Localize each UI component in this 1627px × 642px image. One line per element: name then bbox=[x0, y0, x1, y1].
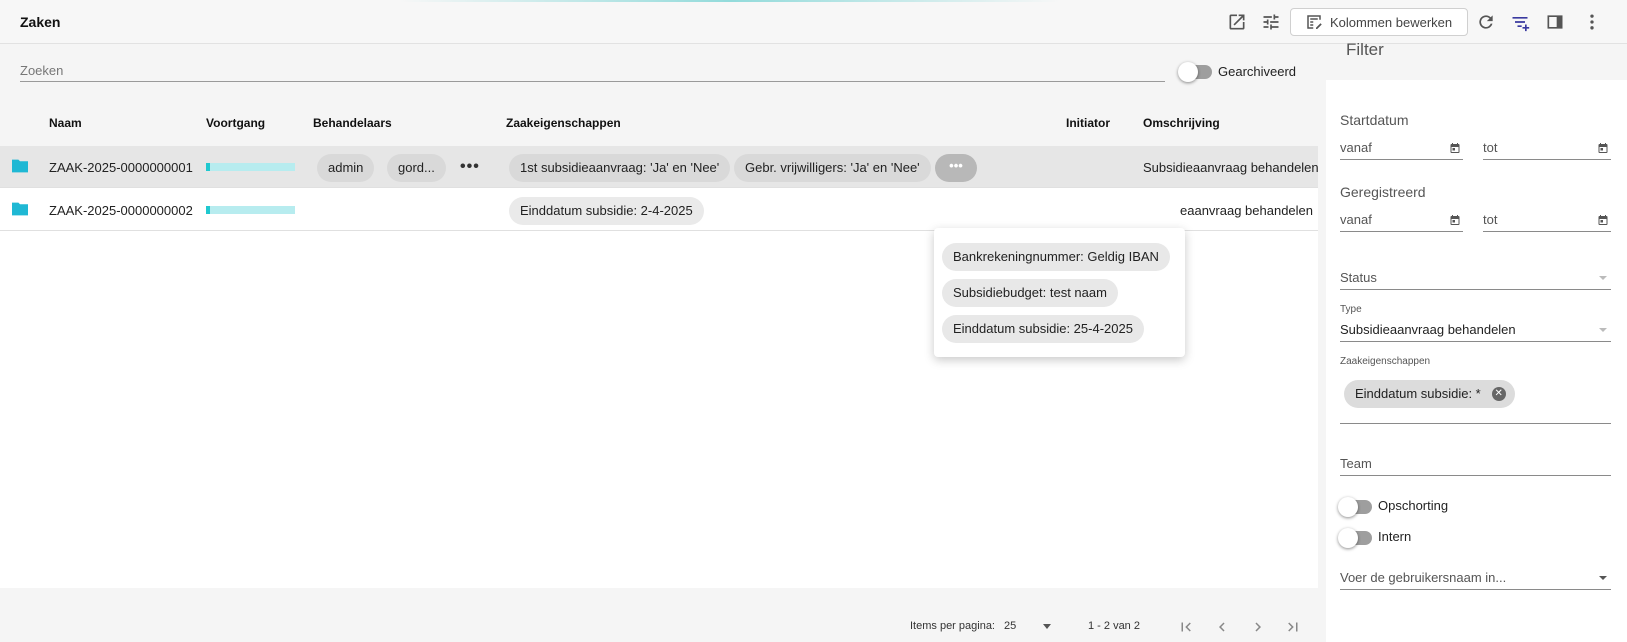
search-input[interactable] bbox=[20, 60, 1165, 82]
properties-more-button[interactable]: ••• bbox=[935, 154, 977, 182]
column-header-progress[interactable]: Voortgang bbox=[206, 116, 265, 130]
first-page-icon[interactable] bbox=[1175, 616, 1197, 638]
main-area: Gearchiveerd Naam Voortgang Behandelaars… bbox=[0, 44, 1318, 642]
edit-columns-label: Kolommen bewerken bbox=[1330, 14, 1453, 30]
team-input[interactable]: Team bbox=[1340, 454, 1611, 476]
calendar-icon[interactable] bbox=[1597, 142, 1609, 154]
column-header-properties[interactable]: Zaakeigenschappen bbox=[506, 116, 621, 130]
assignees-more-button[interactable]: ••• bbox=[460, 158, 480, 176]
filter-add-icon[interactable] bbox=[1508, 10, 1532, 34]
progress-bar bbox=[206, 206, 295, 214]
geregistreerd-from-input[interactable]: vanaf bbox=[1340, 210, 1463, 232]
top-toolbar: Zaken Kolommen bewerken bbox=[0, 0, 1627, 44]
top-accent-line bbox=[400, 0, 1060, 2]
filter-panel: Filter Startdatum vanaf tot Geregistreer… bbox=[1318, 40, 1627, 642]
archived-toggle[interactable] bbox=[1178, 62, 1212, 82]
items-per-page-select[interactable]: 25 bbox=[1004, 620, 1016, 632]
geregistreerd-to-input[interactable]: tot bbox=[1483, 210, 1611, 232]
popup-property-chip[interactable]: Bankrekeningnummer: Geldig IBAN bbox=[942, 243, 1170, 271]
property-chip[interactable]: Gebr. vrijwilligers: 'Ja' en 'Nee' bbox=[734, 154, 931, 182]
opschorting-toggle[interactable] bbox=[1338, 497, 1372, 517]
table-header: Naam Voortgang Behandelaars Zaakeigensch… bbox=[0, 98, 1318, 146]
page-title: Zaken bbox=[20, 14, 61, 30]
case-description: Subsidieaanvraag behandelen bbox=[1143, 160, 1318, 175]
case-name: ZAAK-2025-0000000001 bbox=[49, 160, 193, 175]
column-header-description[interactable]: Omschrijving bbox=[1143, 116, 1220, 130]
prev-page-icon[interactable] bbox=[1211, 616, 1233, 638]
popup-property-chip[interactable]: Subsidiebudget: test naam bbox=[942, 279, 1118, 307]
open-in-new-icon[interactable] bbox=[1225, 10, 1249, 34]
progress-fill bbox=[206, 206, 211, 214]
more-vert-icon[interactable] bbox=[1580, 10, 1604, 34]
case-description: eaanvraag behandelen bbox=[1180, 203, 1314, 218]
intern-label: Intern bbox=[1378, 529, 1412, 544]
progress-fill bbox=[206, 163, 211, 171]
column-header-initiator[interactable]: Initiator bbox=[1066, 116, 1110, 130]
zaakeigenschappen-chip[interactable]: Einddatum subsidie: * ✕ bbox=[1344, 380, 1515, 408]
assignee-chip[interactable]: admin bbox=[317, 154, 375, 182]
next-page-icon[interactable] bbox=[1247, 616, 1269, 638]
last-page-icon[interactable] bbox=[1282, 616, 1304, 638]
side-panel-icon[interactable] bbox=[1543, 10, 1567, 34]
type-label: Type bbox=[1340, 304, 1362, 315]
page-range-label: 1 - 2 van 2 bbox=[1088, 620, 1140, 632]
intern-toggle[interactable] bbox=[1338, 528, 1372, 548]
properties-popup: Bankrekeningnummer: Geldig IBAN Subsidie… bbox=[934, 228, 1185, 357]
filter-title: Filter bbox=[1346, 40, 1384, 59]
edit-columns-button[interactable]: Kolommen bewerken bbox=[1290, 8, 1468, 36]
filter-body: Startdatum vanaf tot Geregistreerd vanaf… bbox=[1326, 80, 1627, 642]
refresh-icon[interactable] bbox=[1474, 10, 1498, 34]
user-select[interactable]: Voer de gebruikersnaam in... bbox=[1340, 568, 1611, 590]
chevron-down-icon bbox=[1599, 276, 1607, 280]
column-header-name[interactable]: Naam bbox=[49, 116, 82, 130]
chevron-down-icon bbox=[1599, 328, 1607, 332]
pagination-footer: Items per pagina: 25 1 - 2 van 2 bbox=[0, 610, 1318, 642]
startdatum-label: Startdatum bbox=[1340, 112, 1409, 128]
property-chip[interactable]: Einddatum subsidie: 2-4-2025 bbox=[509, 197, 704, 225]
chevron-down-icon bbox=[1599, 576, 1607, 580]
calendar-icon[interactable] bbox=[1449, 214, 1461, 226]
tune-icon[interactable] bbox=[1259, 10, 1283, 34]
folder-icon bbox=[12, 202, 28, 216]
property-chip[interactable]: 1st subsidieaanvraag: 'Ja' en 'Nee' bbox=[509, 154, 731, 182]
opschorting-label: Opschorting bbox=[1378, 498, 1449, 513]
calendar-icon[interactable] bbox=[1597, 214, 1609, 226]
folder-icon bbox=[12, 159, 28, 173]
case-name: ZAAK-2025-0000000002 bbox=[49, 203, 193, 218]
table-row[interactable]: ZAAK-2025-0000000002 Einddatum subsidie:… bbox=[0, 189, 1318, 231]
calendar-icon[interactable] bbox=[1449, 142, 1461, 154]
chevron-down-icon[interactable] bbox=[1043, 624, 1051, 629]
status-select[interactable]: Status bbox=[1340, 268, 1611, 290]
table-row[interactable]: ZAAK-2025-0000000001 admin gord... ••• 1… bbox=[0, 146, 1318, 188]
column-header-assignees[interactable]: Behandelaars bbox=[313, 116, 392, 130]
startdatum-to-input[interactable]: tot bbox=[1483, 138, 1611, 160]
items-per-page-label: Items per pagina: bbox=[910, 620, 995, 632]
zaakeigenschappen-label: Zaakeigenschappen bbox=[1340, 356, 1431, 367]
type-select[interactable]: Subsidieaanvraag behandelen bbox=[1340, 320, 1611, 342]
assignee-chip[interactable]: gord... bbox=[387, 154, 446, 182]
geregistreerd-label: Geregistreerd bbox=[1340, 184, 1426, 200]
startdatum-from-input[interactable]: vanaf bbox=[1340, 138, 1463, 160]
cancel-icon[interactable]: ✕ bbox=[1491, 387, 1506, 401]
popup-property-chip[interactable]: Einddatum subsidie: 25-4-2025 bbox=[942, 315, 1144, 343]
progress-bar bbox=[206, 163, 295, 171]
edit-columns-icon bbox=[1307, 15, 1322, 29]
archived-label: Gearchiveerd bbox=[1218, 64, 1297, 79]
